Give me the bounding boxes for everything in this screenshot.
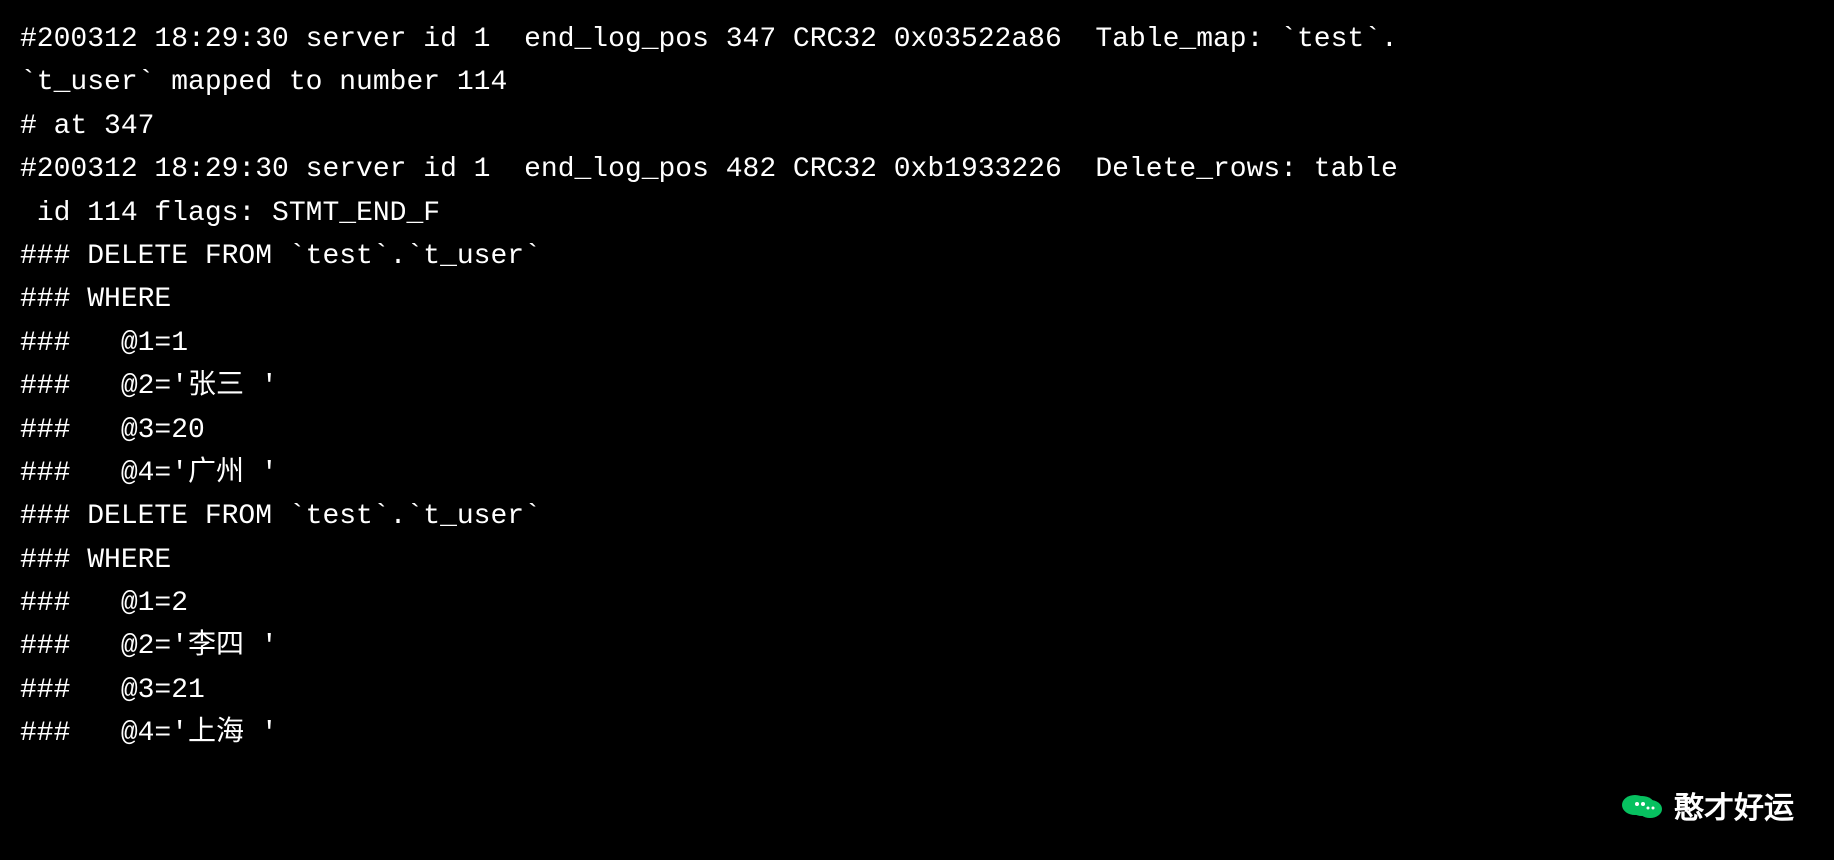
watermark-text: 憨才好运: [1674, 786, 1794, 833]
wechat-icon: [1620, 787, 1664, 831]
watermark: 憨才好运: [1620, 786, 1794, 833]
terminal-output: #200312 18:29:30 server id 1 end_log_pos…: [20, 18, 1814, 756]
